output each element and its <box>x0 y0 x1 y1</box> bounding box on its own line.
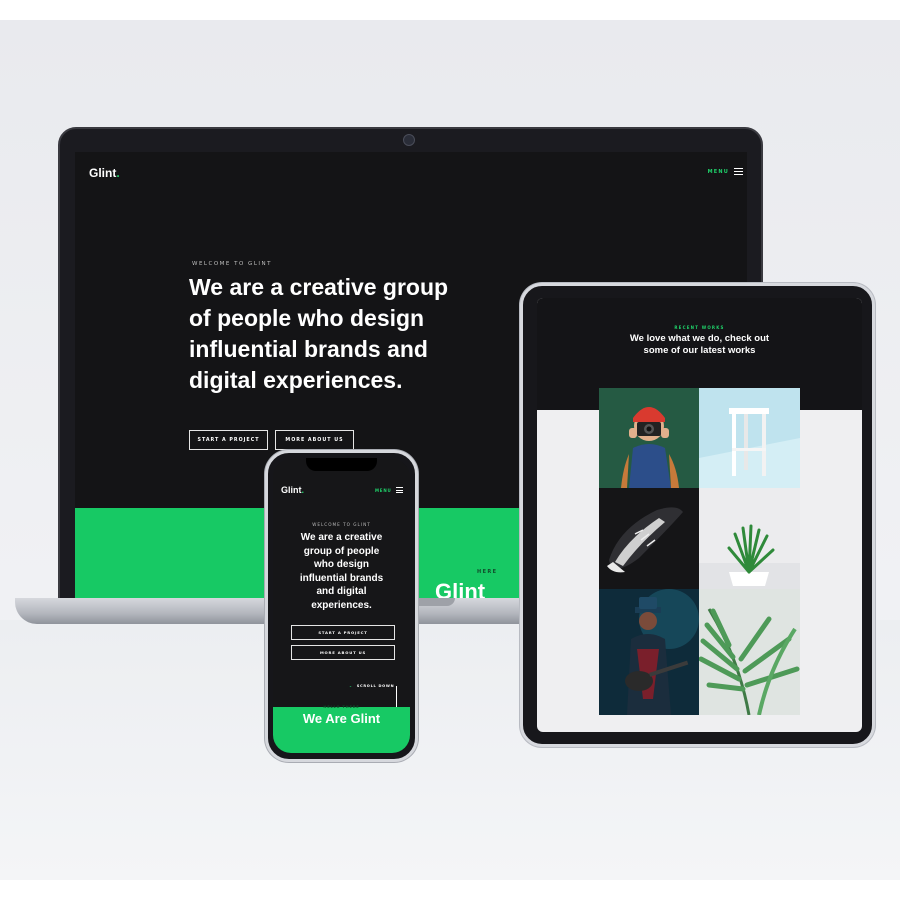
welcome-label: WELCOME TO GLINT <box>192 261 272 267</box>
phone-start-project-button[interactable]: START A PROJECT <box>291 625 395 640</box>
about-heading: Glint <box>435 579 486 598</box>
phone-about-label: HELLO THERE <box>323 705 360 709</box>
portfolio-item-plant[interactable] <box>699 488 800 589</box>
portfolio-grid <box>599 388 800 715</box>
about-label: HERE <box>477 569 498 575</box>
phone-notch <box>306 458 377 471</box>
recent-works-label: RECENT WORKS <box>674 325 725 330</box>
black-sneakers-photo <box>599 488 699 589</box>
site-logo[interactable]: Glint. <box>89 166 120 180</box>
phone-welcome-label: WELCOME TO GLINT <box>312 522 371 527</box>
phone-hero-headline: We are a creative group of people who de… <box>299 532 384 611</box>
palm-leaves-photo <box>699 589 800 715</box>
works-title: We love what we do, check out some of ou… <box>629 333 770 356</box>
phone-screen: Glint. MENU WELCOME TO GLINT We are a cr… <box>273 459 410 753</box>
phone-about-heading: We Are Glint <box>302 711 381 726</box>
photographer-photo <box>599 388 699 488</box>
start-project-button[interactable]: START A PROJECT <box>189 430 268 450</box>
hamburger-icon[interactable] <box>734 168 743 175</box>
white-stool-photo <box>699 388 800 488</box>
portfolio-item-guitarist[interactable] <box>599 589 699 715</box>
phone-about-band: HELLO THERE We Are Glint <box>273 705 410 753</box>
scroll-down-link[interactable]: ⌄ SCROLL DOWN <box>349 684 394 688</box>
menu-link[interactable]: MENU <box>708 169 729 175</box>
more-about-button[interactable]: MORE ABOUT US <box>275 430 354 450</box>
chevron-down-icon: ⌄ <box>349 684 353 688</box>
phone-menu-link[interactable]: MENU <box>375 488 392 493</box>
portfolio-item-sneakers[interactable] <box>599 488 699 589</box>
phone-hamburger-icon[interactable] <box>396 487 403 493</box>
hero-headline: We are a creative group of people who de… <box>189 274 449 393</box>
phone-more-about-button[interactable]: MORE ABOUT US <box>291 645 395 660</box>
portfolio-item-photographer[interactable] <box>599 388 699 488</box>
phone-site-logo[interactable]: Glint. <box>281 485 304 495</box>
tablet-screen: RECENT WORKS We love what we do, check o… <box>537 298 862 732</box>
webcam-icon <box>403 134 415 146</box>
plant-pot-photo <box>699 488 800 589</box>
portfolio-item-palm[interactable] <box>699 589 800 715</box>
portfolio-item-stool[interactable] <box>699 388 800 488</box>
guitarist-photo <box>599 589 699 715</box>
